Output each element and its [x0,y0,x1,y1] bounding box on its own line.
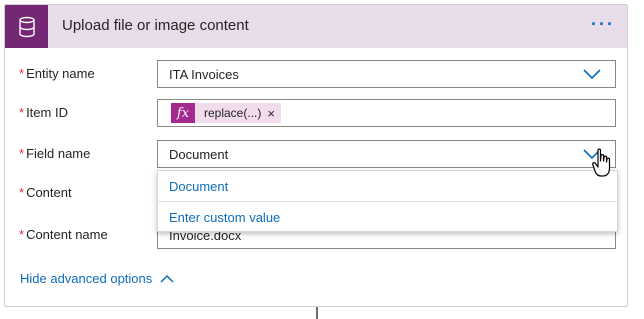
hand-cursor-icon [592,148,611,177]
fx-icon: fx [171,103,195,123]
chevron-down-icon[interactable] [583,68,601,80]
card-title: Upload file or image content [62,17,249,34]
entity-name-select[interactable]: ITA Invoices [157,60,616,88]
hide-advanced-options-link[interactable]: Hide advanced options [20,271,174,286]
item-id-field[interactable]: fx replace(...) × [157,99,616,127]
field-name-label-text: Field name [26,146,91,161]
entity-name-value: ITA Invoices [169,67,239,82]
remove-token-icon[interactable]: × [265,106,281,121]
dropdown-option-label: Document [169,179,229,194]
token-label: replace(...) [204,106,262,120]
content-name-label: * Content name [19,227,108,242]
content-label-text: Content [26,185,72,200]
chevron-up-icon [160,274,174,283]
advanced-options-label: Hide advanced options [20,271,153,286]
expression-token[interactable]: fx replace(...) × [171,103,281,123]
content-label: * Content [19,185,72,200]
entity-name-label: * Entity name [19,66,95,81]
flow-connector [316,307,318,319]
card-header[interactable]: Upload file or image content ··· [5,5,627,48]
item-id-label-text: Item ID [26,105,68,120]
dropdown-option-custom-value[interactable]: Enter custom value [158,202,617,232]
item-id-label: * Item ID [19,105,68,120]
database-icon [5,5,48,48]
more-options-icon[interactable]: ··· [591,14,615,35]
field-name-select[interactable]: Document [157,140,616,168]
dropdown-option-document[interactable]: Document [158,171,617,202]
action-card: Upload file or image content ··· * Entity… [4,4,628,307]
field-name-dropdown: Document Enter custom value [157,170,618,232]
content-name-label-text: Content name [26,227,108,242]
field-name-value: Document [169,147,229,162]
dropdown-option-label: Enter custom value [169,210,281,225]
field-name-label: * Field name [19,146,91,161]
entity-name-label-text: Entity name [26,66,95,81]
